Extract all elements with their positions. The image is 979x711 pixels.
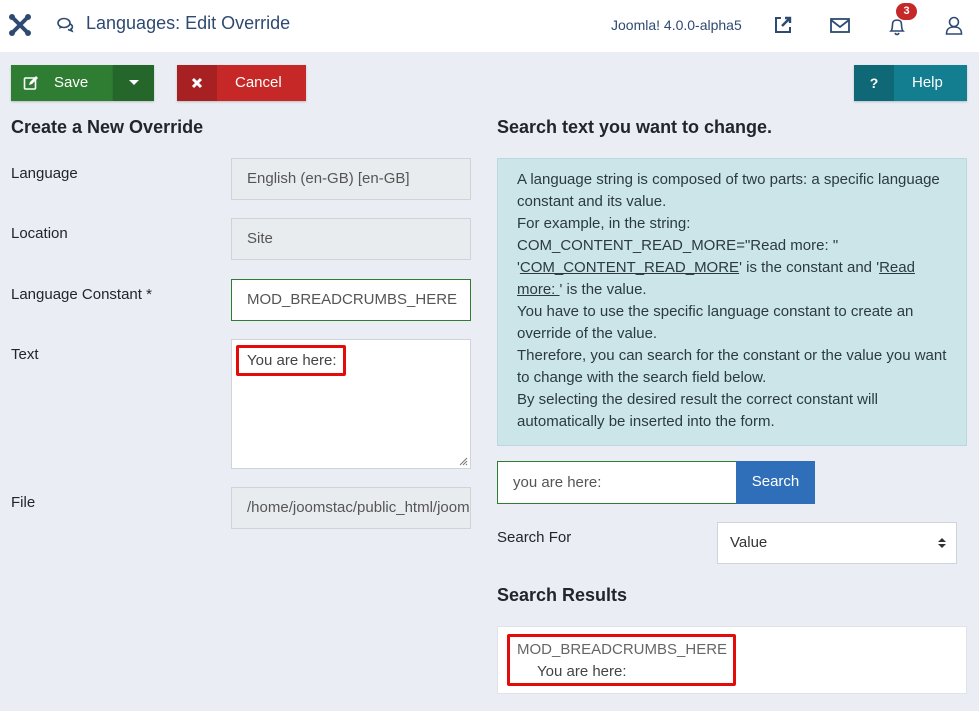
info-line: For example, in the string:	[517, 215, 691, 232]
mail-icon[interactable]	[829, 14, 851, 36]
save-options-dropdown[interactable]	[113, 65, 154, 101]
search-for-select[interactable]: Value	[717, 522, 957, 564]
file-label: File	[11, 494, 36, 511]
version-label: Joomla! 4.0.0-alpha5	[611, 17, 742, 33]
top-header: Languages: Edit Override Joomla! 4.0.0-a…	[0, 0, 979, 52]
location-label: Location	[11, 225, 68, 242]
highlight-box	[507, 634, 736, 686]
search-for-value: Value	[730, 534, 768, 551]
info-line: A language string is composed of two par…	[517, 171, 940, 210]
caret-down-icon	[128, 80, 139, 85]
search-heading: Search text you want to change.	[497, 117, 773, 137]
joomla-logo-icon[interactable]	[8, 13, 32, 37]
question-icon: ?	[854, 65, 894, 101]
search-results-heading: Search Results	[497, 585, 628, 605]
highlight-box	[236, 345, 346, 376]
info-text: ' is the value.	[559, 281, 647, 298]
search-button[interactable]: Search	[736, 461, 815, 504]
info-line: 'COM_CONTENT_READ_MORE' is the constant …	[517, 257, 947, 301]
info-alert: A language string is composed of two par…	[497, 158, 967, 446]
example-constant: COM_CONTENT_READ_MORE	[519, 259, 740, 276]
save-button[interactable]: Save	[11, 65, 113, 101]
info-line: By selecting the desired result the corr…	[517, 391, 879, 430]
help-button[interactable]: ? Help	[854, 65, 967, 101]
cancel-button[interactable]: Cancel	[177, 65, 306, 101]
text-label: Text	[11, 346, 39, 363]
page-title: Languages: Edit Override	[86, 13, 291, 33]
select-arrows-icon	[938, 538, 946, 548]
search-input[interactable]: you are here:	[497, 461, 737, 504]
location-field: Site	[231, 218, 471, 260]
close-icon	[177, 65, 217, 101]
search-for-label: Search For	[497, 529, 572, 546]
resize-handle-icon[interactable]	[459, 457, 468, 466]
notification-badge: 3	[896, 3, 917, 20]
external-link-icon[interactable]	[772, 14, 794, 36]
info-line: You have to use the specific language co…	[517, 303, 914, 342]
comments-icon	[57, 17, 74, 33]
language-constant-input[interactable]: MOD_BREADCRUMBS_HERE	[231, 279, 471, 321]
info-text: ' is the constant and '	[739, 259, 880, 276]
form-heading: Create a New Override	[11, 117, 204, 137]
language-label: Language	[11, 165, 78, 182]
info-line: COM_CONTENT_READ_MORE="Read more: "	[517, 237, 839, 254]
info-line: Therefore, you can search for the consta…	[517, 347, 947, 386]
file-field: /home/joomstac/public_html/joomla	[231, 487, 471, 529]
language-field: English (en-GB) [en-GB]	[231, 158, 471, 200]
user-icon[interactable]	[943, 14, 965, 36]
edit-icon	[11, 65, 51, 101]
language-constant-label: Language Constant *	[11, 286, 152, 303]
